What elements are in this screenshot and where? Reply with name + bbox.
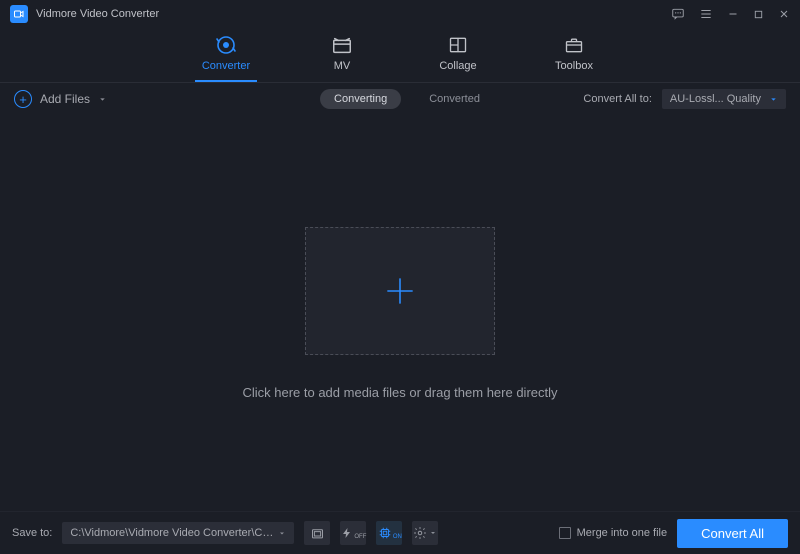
chevron-down-icon: [769, 95, 778, 104]
gear-icon: [413, 526, 427, 540]
mv-icon: [329, 34, 355, 56]
tab-label: MV: [334, 60, 351, 72]
plus-circle-icon: +: [14, 90, 32, 108]
add-files-label: Add Files: [40, 92, 90, 106]
app-logo: [10, 5, 28, 23]
convert-all-to-label: Convert All to:: [583, 93, 651, 105]
titlebar: Vidmore Video Converter: [0, 0, 800, 28]
collage-icon: [445, 34, 471, 56]
app-title: Vidmore Video Converter: [36, 8, 159, 20]
tab-toolbox[interactable]: Toolbox: [543, 34, 605, 82]
sub-toolbar: + Add Files Converting Converted Convert…: [0, 83, 800, 115]
tab-label: Toolbox: [555, 60, 593, 72]
tab-mv[interactable]: MV: [311, 34, 373, 82]
feedback-icon[interactable]: [671, 7, 685, 21]
settings-button[interactable]: [412, 521, 438, 545]
save-path-value: C:\Vidmore\Vidmore Video Converter\Conve…: [70, 527, 278, 539]
maximize-icon[interactable]: [753, 9, 764, 20]
converter-icon: [213, 34, 239, 56]
merge-checkbox[interactable]: Merge into one file: [559, 527, 668, 539]
save-path-dropdown[interactable]: C:\Vidmore\Vidmore Video Converter\Conve…: [62, 522, 294, 544]
main-area: Click here to add media files or drag th…: [0, 115, 800, 511]
save-to-label: Save to:: [12, 527, 52, 539]
gpu-off-label: OFF: [354, 534, 366, 540]
open-folder-button[interactable]: [304, 521, 330, 545]
chip-icon: [378, 526, 392, 540]
segment-converted[interactable]: Converted: [429, 93, 480, 105]
dropzone-hint: Click here to add media files or drag th…: [242, 385, 557, 400]
gpu-accel-button[interactable]: OFF: [340, 521, 366, 545]
titlebar-right: [671, 7, 790, 21]
convert-all-to: Convert All to: AU-Lossl... Quality: [583, 89, 786, 109]
plus-icon: [381, 272, 419, 310]
main-tabs: Converter MV Collage Toolbox: [0, 28, 800, 83]
status-segment: Converting Converted: [320, 89, 480, 109]
hardware-accel-button[interactable]: ON: [376, 521, 402, 545]
menu-icon[interactable]: [699, 7, 713, 21]
tab-label: Converter: [202, 60, 250, 72]
minimize-icon[interactable]: [727, 8, 739, 20]
chevron-down-icon: [98, 95, 107, 104]
segment-converting[interactable]: Converting: [320, 89, 401, 109]
tab-collage[interactable]: Collage: [427, 34, 489, 82]
dropzone[interactable]: [305, 227, 495, 355]
output-format-dropdown[interactable]: AU-Lossl... Quality: [662, 89, 786, 109]
lightning-icon: [341, 526, 353, 540]
chevron-down-icon: [429, 529, 437, 537]
toolbox-icon: [561, 34, 587, 56]
footer: Save to: C:\Vidmore\Vidmore Video Conver…: [0, 511, 800, 554]
merge-label: Merge into one file: [577, 527, 668, 539]
tab-label: Collage: [439, 60, 476, 72]
close-icon[interactable]: [778, 8, 790, 20]
tab-converter[interactable]: Converter: [195, 34, 257, 82]
hw-on-label: ON: [393, 534, 402, 540]
output-format-value: AU-Lossl... Quality: [670, 93, 761, 105]
add-files-button[interactable]: + Add Files: [14, 90, 107, 108]
chevron-down-icon: [278, 529, 286, 538]
titlebar-left: Vidmore Video Converter: [10, 5, 159, 23]
folder-icon: [310, 526, 325, 541]
checkbox-icon: [559, 527, 571, 539]
